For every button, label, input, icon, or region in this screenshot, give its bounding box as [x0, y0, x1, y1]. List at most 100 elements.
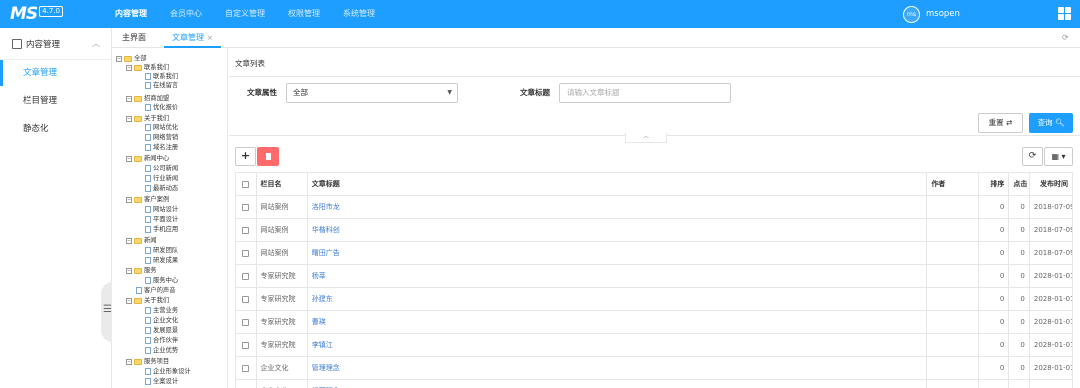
- tree-node[interactable]: 服务中心: [145, 276, 178, 285]
- row-checkbox[interactable]: [242, 226, 250, 234]
- cell-title[interactable]: 杨莘: [306, 264, 928, 288]
- tree-node[interactable]: 客户的声音: [136, 286, 175, 295]
- cell-title[interactable]: 管理理念: [306, 356, 928, 380]
- column-header[interactable]: 点击: [1008, 172, 1030, 196]
- tab-articles[interactable]: 文章管理 ×: [164, 28, 221, 48]
- tree-node[interactable]: − 服务项目: [126, 357, 169, 366]
- columns-icon: ▦: [1051, 152, 1059, 161]
- tree-node[interactable]: 行业新闻: [145, 174, 178, 183]
- tree-node[interactable]: 网络营销: [145, 133, 178, 142]
- tree-node[interactable]: 研发成果: [145, 256, 178, 265]
- cell-title[interactable]: 曹瑛: [306, 310, 928, 334]
- tree-node[interactable]: − 招商加盟: [126, 94, 169, 103]
- column-header[interactable]: 排序: [977, 172, 1010, 196]
- select-all-checkbox[interactable]: [242, 180, 250, 188]
- apps-grid-icon[interactable]: [1058, 7, 1071, 20]
- tree-node[interactable]: 研发团队: [145, 246, 178, 255]
- search-button[interactable]: 查询 🔍︎: [1029, 113, 1073, 133]
- tree-node[interactable]: 全案设计: [145, 377, 178, 386]
- row-checkbox[interactable]: [242, 341, 250, 349]
- tree-node[interactable]: 企业形象设计: [145, 367, 191, 376]
- cell-title[interactable]: 华楷科创: [306, 218, 928, 242]
- row-checkbox[interactable]: [242, 272, 250, 280]
- cell-title[interactable]: 曙田广告: [306, 241, 928, 265]
- chevron-up-icon: ︿: [92, 39, 100, 48]
- tree-node[interactable]: 网站优化: [145, 123, 178, 132]
- sidebar-item-articles[interactable]: 文章管理: [0, 60, 112, 86]
- tree-node[interactable]: − 全部: [116, 54, 147, 63]
- column-header[interactable]: 文章标题: [306, 172, 928, 196]
- cell-title[interactable]: 经营理念: [306, 379, 928, 388]
- sidebar-item-columns[interactable]: 栏目管理: [0, 88, 112, 114]
- attr-select[interactable]: 全部 ▼: [286, 83, 458, 103]
- refresh-table-button[interactable]: ⟳: [1022, 147, 1043, 166]
- table-row[interactable]: 网站案例 洛阳市龙 0 0 2018-07-09: [235, 195, 1074, 219]
- tree-node[interactable]: 网站设计: [145, 205, 178, 214]
- tree-node[interactable]: 公司新闻: [145, 164, 178, 173]
- delete-button[interactable]: [257, 147, 279, 166]
- row-checkbox[interactable]: [242, 318, 250, 326]
- close-icon[interactable]: ×: [207, 34, 213, 42]
- cell-hits: 0: [1008, 310, 1030, 334]
- cell-date: 2028-01-01: [1028, 310, 1074, 334]
- cell-sort: 0: [977, 264, 1010, 288]
- tree-node[interactable]: − 新闻中心: [126, 154, 169, 163]
- tree-node[interactable]: − 关于我们: [126, 296, 169, 305]
- table-row[interactable]: 网站案例 曙田广告 0 0 2018-07-09: [235, 241, 1074, 265]
- tree-node[interactable]: 企业优势: [145, 346, 178, 355]
- logo[interactable]: MS 4.7.0: [10, 4, 63, 24]
- columns-button[interactable]: ▦ ▾: [1044, 147, 1073, 166]
- tree-node[interactable]: 企业文化: [145, 316, 178, 325]
- topnav-custom[interactable]: 自定义管理: [225, 0, 265, 28]
- tree-node[interactable]: 手机应用: [145, 225, 178, 234]
- table-row[interactable]: 专家研究院 孙建东 0 0 2028-01-01: [235, 287, 1074, 311]
- tab-home[interactable]: 主界面: [122, 28, 146, 48]
- tree-node[interactable]: 域名注册: [145, 143, 178, 152]
- row-checkbox[interactable]: [242, 364, 250, 372]
- tree-node[interactable]: 主营业务: [145, 306, 178, 315]
- title-input[interactable]: 请输入文章标题: [559, 83, 731, 103]
- column-header[interactable]: 发布时间: [1028, 172, 1074, 196]
- cell-sort: 0: [977, 333, 1010, 357]
- cell-date: 2018-07-09: [1028, 218, 1074, 242]
- column-header[interactable]: 栏目名: [255, 172, 308, 196]
- cell-author: [926, 356, 979, 380]
- cell-title[interactable]: 洛阳市龙: [306, 195, 928, 219]
- tree-node[interactable]: − 服务: [126, 266, 157, 275]
- tree-node[interactable]: 平面设计: [145, 215, 178, 224]
- tree-node[interactable]: 最新动态: [145, 184, 178, 193]
- add-button[interactable]: +: [235, 147, 256, 166]
- tree-node[interactable]: 优化报价: [145, 103, 178, 112]
- row-checkbox[interactable]: [242, 249, 250, 257]
- tree-node[interactable]: − 客户案例: [126, 195, 169, 204]
- table-row[interactable]: 专家研究院 杨莘 0 0 2028-01-01: [235, 264, 1074, 288]
- tree-node[interactable]: − 关于我们: [126, 114, 169, 123]
- table-row[interactable]: 网站案例 华楷科创 0 0 2018-07-09: [235, 218, 1074, 242]
- cell-title[interactable]: 孙建东: [306, 287, 928, 311]
- row-checkbox[interactable]: [242, 295, 250, 303]
- topnav-content[interactable]: 内容管理: [115, 0, 147, 28]
- topnav-permission[interactable]: 权限管理: [288, 0, 320, 28]
- table-row[interactable]: 专家研究院 李镇江 0 0 2028-01-01: [235, 333, 1074, 357]
- table-row[interactable]: 企业文化经营理念002028-01-01: [235, 379, 1074, 388]
- tree-node[interactable]: 联系我们: [145, 72, 178, 81]
- table-row[interactable]: 专家研究院 曹瑛 0 0 2028-01-01: [235, 310, 1074, 334]
- sidebar: 内容管理 ︿ 文章管理 栏目管理 静态化 ☰: [0, 28, 113, 388]
- refresh-tab-icon[interactable]: ⟳: [1062, 33, 1069, 42]
- tree-node[interactable]: 发展愿景: [145, 326, 178, 335]
- sidebar-item-static[interactable]: 静态化: [0, 116, 112, 142]
- row-checkbox[interactable]: [242, 203, 250, 211]
- column-header[interactable]: 作者: [926, 172, 979, 196]
- topnav-system[interactable]: 系统管理: [343, 0, 375, 28]
- tree-node[interactable]: 合作伙伴: [145, 336, 178, 345]
- topnav-member[interactable]: 会员中心: [170, 0, 202, 28]
- reset-button[interactable]: 重置 ⇄: [978, 113, 1023, 133]
- table-row[interactable]: 企业文化 管理理念 0 0 2028-01-01: [235, 356, 1074, 380]
- cell-title[interactable]: 李镇江: [306, 333, 928, 357]
- tree-node[interactable]: 在线留言: [145, 81, 178, 90]
- tree-node[interactable]: − 新闻: [126, 236, 157, 245]
- user-menu[interactable]: ms msopen: [903, 5, 960, 23]
- collapse-filter-toggle[interactable]: ︿: [625, 133, 667, 143]
- tree-node[interactable]: − 联系我们: [126, 63, 169, 72]
- sidebar-group-content[interactable]: 内容管理 ︿: [0, 28, 112, 60]
